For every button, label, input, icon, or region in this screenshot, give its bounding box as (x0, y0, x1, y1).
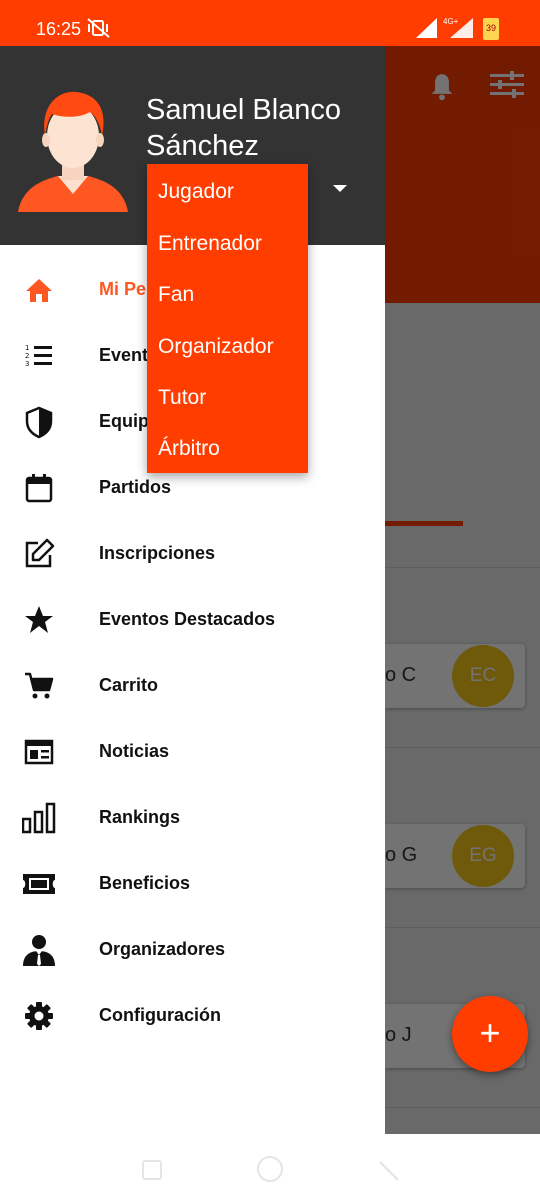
shield-icon (25, 406, 53, 439)
role-option-entrenador[interactable]: Entrenador (158, 232, 262, 256)
svg-text:2: 2 (25, 352, 29, 360)
bar-chart-icon (22, 802, 56, 834)
menu-item-label: Rankings (99, 807, 181, 827)
menu-item-label: Mi Pe (99, 279, 147, 299)
role-option-jugador[interactable]: Jugador (158, 180, 234, 204)
svg-text:1: 1 (25, 344, 29, 352)
ticket-icon (23, 874, 55, 894)
user-name: Samuel Blanco Sánchez (146, 94, 342, 162)
system-nav-bar (0, 1134, 540, 1200)
star-icon (25, 606, 53, 633)
status-bar: 16:25 4G+ 39 (0, 0, 540, 46)
cart-icon (25, 672, 54, 699)
menu-item-label: Noticias (99, 741, 170, 761)
menu-item-eventos-destacados[interactable]: Eventos Destacados (0, 587, 385, 653)
role-dropdown-caret-icon[interactable] (333, 185, 347, 192)
person-suit-icon (23, 935, 55, 966)
role-option-organizador[interactable]: Organizador (158, 335, 274, 359)
calendar-icon (25, 474, 53, 503)
role-dropdown-menu: Jugador Entrenador Fan Organizador Tutor… (147, 164, 308, 473)
add-button[interactable]: + (452, 996, 528, 1072)
menu-item-label: Carrito (99, 675, 159, 695)
menu-item-label: Event (99, 345, 149, 365)
menu-item-carrito[interactable]: Carrito (0, 653, 385, 719)
back-icon[interactable] (378, 1160, 400, 1182)
menu-item-label: Organizadores (99, 939, 226, 959)
menu-item-label: Partidos (99, 477, 172, 497)
svg-text:3: 3 (25, 360, 29, 368)
role-option-tutor[interactable]: Tutor (158, 386, 206, 410)
home-button[interactable] (257, 1156, 283, 1182)
signal-icon (416, 18, 437, 38)
menu-item-rankings[interactable]: Rankings (0, 785, 385, 851)
gear-icon (25, 1002, 53, 1030)
home-icon (26, 279, 52, 302)
recents-button[interactable] (142, 1160, 162, 1180)
profile-avatar[interactable] (18, 88, 128, 212)
menu-item-label: Inscripciones (99, 543, 216, 563)
battery-icon: 39 (483, 18, 499, 40)
menu-item-label: Configuración (99, 1005, 221, 1025)
signal-icon-2 (450, 18, 473, 38)
menu-item-inscripciones[interactable]: Inscripciones (0, 521, 385, 587)
battery-level: 39 (485, 23, 496, 33)
status-time: 16:25 (36, 19, 82, 39)
menu-item-organizadores[interactable]: Organizadores (0, 917, 385, 983)
menu-item-label: Eventos Destacados (99, 609, 276, 629)
vibrate-off-icon (87, 18, 110, 38)
menu-item-label: Beneficios (99, 873, 191, 893)
menu-item-configuracion[interactable]: Configuración (0, 983, 385, 1049)
newspaper-icon (24, 739, 54, 765)
edit-icon (25, 538, 55, 568)
menu-item-noticias[interactable]: Noticias (0, 719, 385, 785)
menu-item-beneficios[interactable]: Beneficios (0, 851, 385, 917)
menu-item-label: Equip (99, 411, 149, 431)
role-option-fan[interactable]: Fan (158, 283, 194, 307)
numbered-list-icon: 1 2 3 (25, 344, 52, 368)
role-option-arbitro[interactable]: Árbitro (158, 437, 220, 461)
